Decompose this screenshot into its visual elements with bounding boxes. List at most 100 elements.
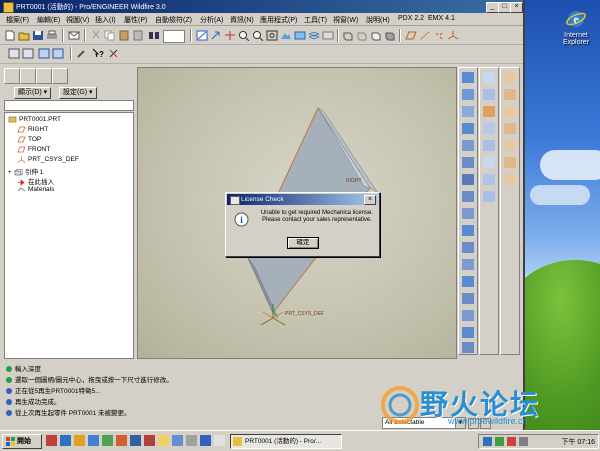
tree-item-front[interactable]: FRONT bbox=[17, 146, 50, 153]
quicklaunch-icon[interactable] bbox=[144, 435, 155, 446]
tree-item-top[interactable]: TOP bbox=[17, 136, 41, 143]
tab-favorites[interactable] bbox=[36, 68, 52, 84]
menu-properties[interactable]: 屬性(P) bbox=[124, 15, 147, 25]
datum-plane-tool-icon[interactable] bbox=[462, 72, 474, 83]
quicklaunch-icon[interactable] bbox=[88, 435, 99, 446]
internet-explorer-icon[interactable]: e bbox=[565, 8, 587, 30]
close-button[interactable]: × bbox=[510, 2, 523, 13]
dialog-icon[interactable] bbox=[22, 48, 34, 59]
datum-plane-display-icon[interactable] bbox=[405, 30, 417, 41]
shell-tool-icon[interactable] bbox=[462, 242, 474, 253]
print-icon[interactable] bbox=[46, 30, 58, 41]
trim-tool-icon[interactable] bbox=[483, 123, 495, 134]
tree-item-part[interactable]: PRT0001.PRT bbox=[8, 116, 61, 123]
warp-tool-icon[interactable] bbox=[483, 191, 495, 202]
tree-item-materials[interactable]: Materials bbox=[17, 186, 54, 193]
datum-axis-tool-icon[interactable] bbox=[462, 89, 474, 100]
new-file-icon[interactable] bbox=[4, 30, 16, 41]
menu-emx[interactable]: EMX 4.1 bbox=[428, 15, 455, 22]
close-window-icon[interactable] bbox=[52, 48, 64, 59]
datum-point-display-icon[interactable] bbox=[433, 30, 445, 41]
menu-tools[interactable]: 工具(T) bbox=[304, 15, 327, 25]
orient-icon[interactable] bbox=[210, 30, 222, 41]
shading-icon[interactable] bbox=[384, 30, 396, 41]
point-tool-icon[interactable] bbox=[504, 140, 516, 151]
zoom-out-icon[interactable] bbox=[252, 30, 264, 41]
dialog-icon[interactable] bbox=[8, 48, 20, 59]
pattern-tool-icon[interactable] bbox=[462, 327, 474, 338]
quicklaunch-icon[interactable] bbox=[60, 435, 71, 446]
desktop-icon-label[interactable]: Internet Explorer bbox=[553, 32, 599, 46]
menu-help[interactable]: 說明(H) bbox=[366, 15, 390, 25]
model-player-icon[interactable] bbox=[108, 48, 120, 59]
menu-insert[interactable]: 插入(I) bbox=[95, 15, 116, 25]
round-tool-icon[interactable] bbox=[462, 293, 474, 304]
tree-item-csys[interactable]: PRT_CSYS_DEF bbox=[17, 156, 79, 163]
view-dropdown-icon[interactable] bbox=[322, 30, 334, 41]
tools-icon[interactable] bbox=[76, 48, 88, 59]
tab-connections[interactable] bbox=[52, 68, 68, 84]
quicklaunch-icon[interactable] bbox=[46, 435, 57, 446]
datum-axis-display-icon[interactable] bbox=[419, 30, 431, 41]
repaint-icon[interactable] bbox=[196, 30, 208, 41]
sweep-tool-icon[interactable] bbox=[462, 191, 474, 202]
quicklaunch-icon[interactable] bbox=[214, 435, 225, 446]
zoom-in-icon[interactable] bbox=[238, 30, 250, 41]
context-help-icon[interactable]: ? bbox=[92, 48, 104, 59]
sketch-tool-icon[interactable] bbox=[483, 72, 495, 83]
window-titlebar[interactable]: PRT0001 (活動的) - Pro/ENGINEER Wildfire 3.… bbox=[0, 0, 523, 13]
quicklaunch-icon[interactable] bbox=[158, 435, 169, 446]
volume-icon[interactable] bbox=[519, 437, 528, 446]
no-hidden-icon[interactable] bbox=[370, 30, 382, 41]
csys-display-icon[interactable] bbox=[447, 30, 459, 41]
tray-icon[interactable] bbox=[483, 437, 492, 446]
taskbar-proe-button[interactable]: PRT0001 (活動的) - Pro/... bbox=[230, 434, 342, 449]
offset-tool-icon[interactable] bbox=[483, 140, 495, 151]
tree-item-right[interactable]: RIGHT bbox=[17, 126, 48, 133]
menu-auto[interactable]: 自動檢符(Z) bbox=[155, 15, 192, 25]
menu-applications[interactable]: 應用程式(P) bbox=[260, 15, 297, 25]
save-icon[interactable] bbox=[32, 30, 44, 41]
tray-icon[interactable] bbox=[507, 437, 516, 446]
thicken-tool-icon[interactable] bbox=[483, 157, 495, 168]
window-icon[interactable] bbox=[38, 48, 50, 59]
hole-tool-icon[interactable] bbox=[462, 225, 474, 236]
cut-icon[interactable] bbox=[90, 30, 102, 41]
extrude-tool-icon[interactable] bbox=[462, 157, 474, 168]
datum-curve-tool-icon[interactable] bbox=[462, 106, 474, 117]
mirror-tool-icon[interactable] bbox=[462, 342, 474, 353]
coordinate-tool-icon[interactable] bbox=[504, 157, 516, 168]
revolve-tool-icon[interactable] bbox=[462, 174, 474, 185]
csys-tool-icon[interactable] bbox=[462, 140, 474, 151]
tree-item-extrude[interactable]: + 引伸 1 bbox=[8, 166, 43, 176]
menu-file[interactable]: 檔案(F) bbox=[6, 15, 29, 25]
edit-tool-icon[interactable] bbox=[483, 89, 495, 100]
saved-views-icon[interactable] bbox=[294, 30, 306, 41]
dialog-titlebar[interactable]: License Check × bbox=[227, 194, 378, 205]
layers-icon[interactable] bbox=[308, 30, 320, 41]
chamfer-tool-icon[interactable] bbox=[462, 310, 474, 321]
email-icon[interactable] bbox=[68, 30, 80, 41]
ok-button[interactable]: 確定 bbox=[287, 237, 319, 249]
menu-analysis[interactable]: 分析(A) bbox=[200, 15, 223, 25]
quicklaunch-icon[interactable] bbox=[200, 435, 211, 446]
copy-icon[interactable] bbox=[104, 30, 116, 41]
tree-search-field[interactable] bbox=[4, 100, 134, 111]
paste-icon[interactable] bbox=[118, 30, 130, 41]
analysis-tool-icon[interactable] bbox=[504, 174, 516, 185]
tree-item-insert-here[interactable]: 在此插入 bbox=[17, 176, 54, 186]
menu-view[interactable]: 視圖(V) bbox=[66, 15, 89, 25]
view-manager-icon[interactable] bbox=[280, 30, 292, 41]
rib-tool-icon[interactable] bbox=[462, 259, 474, 270]
solidify-tool-icon[interactable] bbox=[483, 174, 495, 185]
datum-point-tool-icon[interactable] bbox=[462, 123, 474, 134]
draft-tool-icon[interactable] bbox=[462, 276, 474, 287]
blend-tool-icon[interactable] bbox=[462, 208, 474, 219]
refit-icon[interactable] bbox=[266, 30, 278, 41]
spin-center-icon[interactable] bbox=[224, 30, 236, 41]
paste-special-icon[interactable] bbox=[132, 30, 144, 41]
menu-info[interactable]: 資訊(N) bbox=[230, 15, 254, 25]
quicklaunch-icon[interactable] bbox=[186, 435, 197, 446]
merge-tool-icon[interactable] bbox=[483, 106, 495, 117]
hidden-line-icon[interactable] bbox=[356, 30, 368, 41]
